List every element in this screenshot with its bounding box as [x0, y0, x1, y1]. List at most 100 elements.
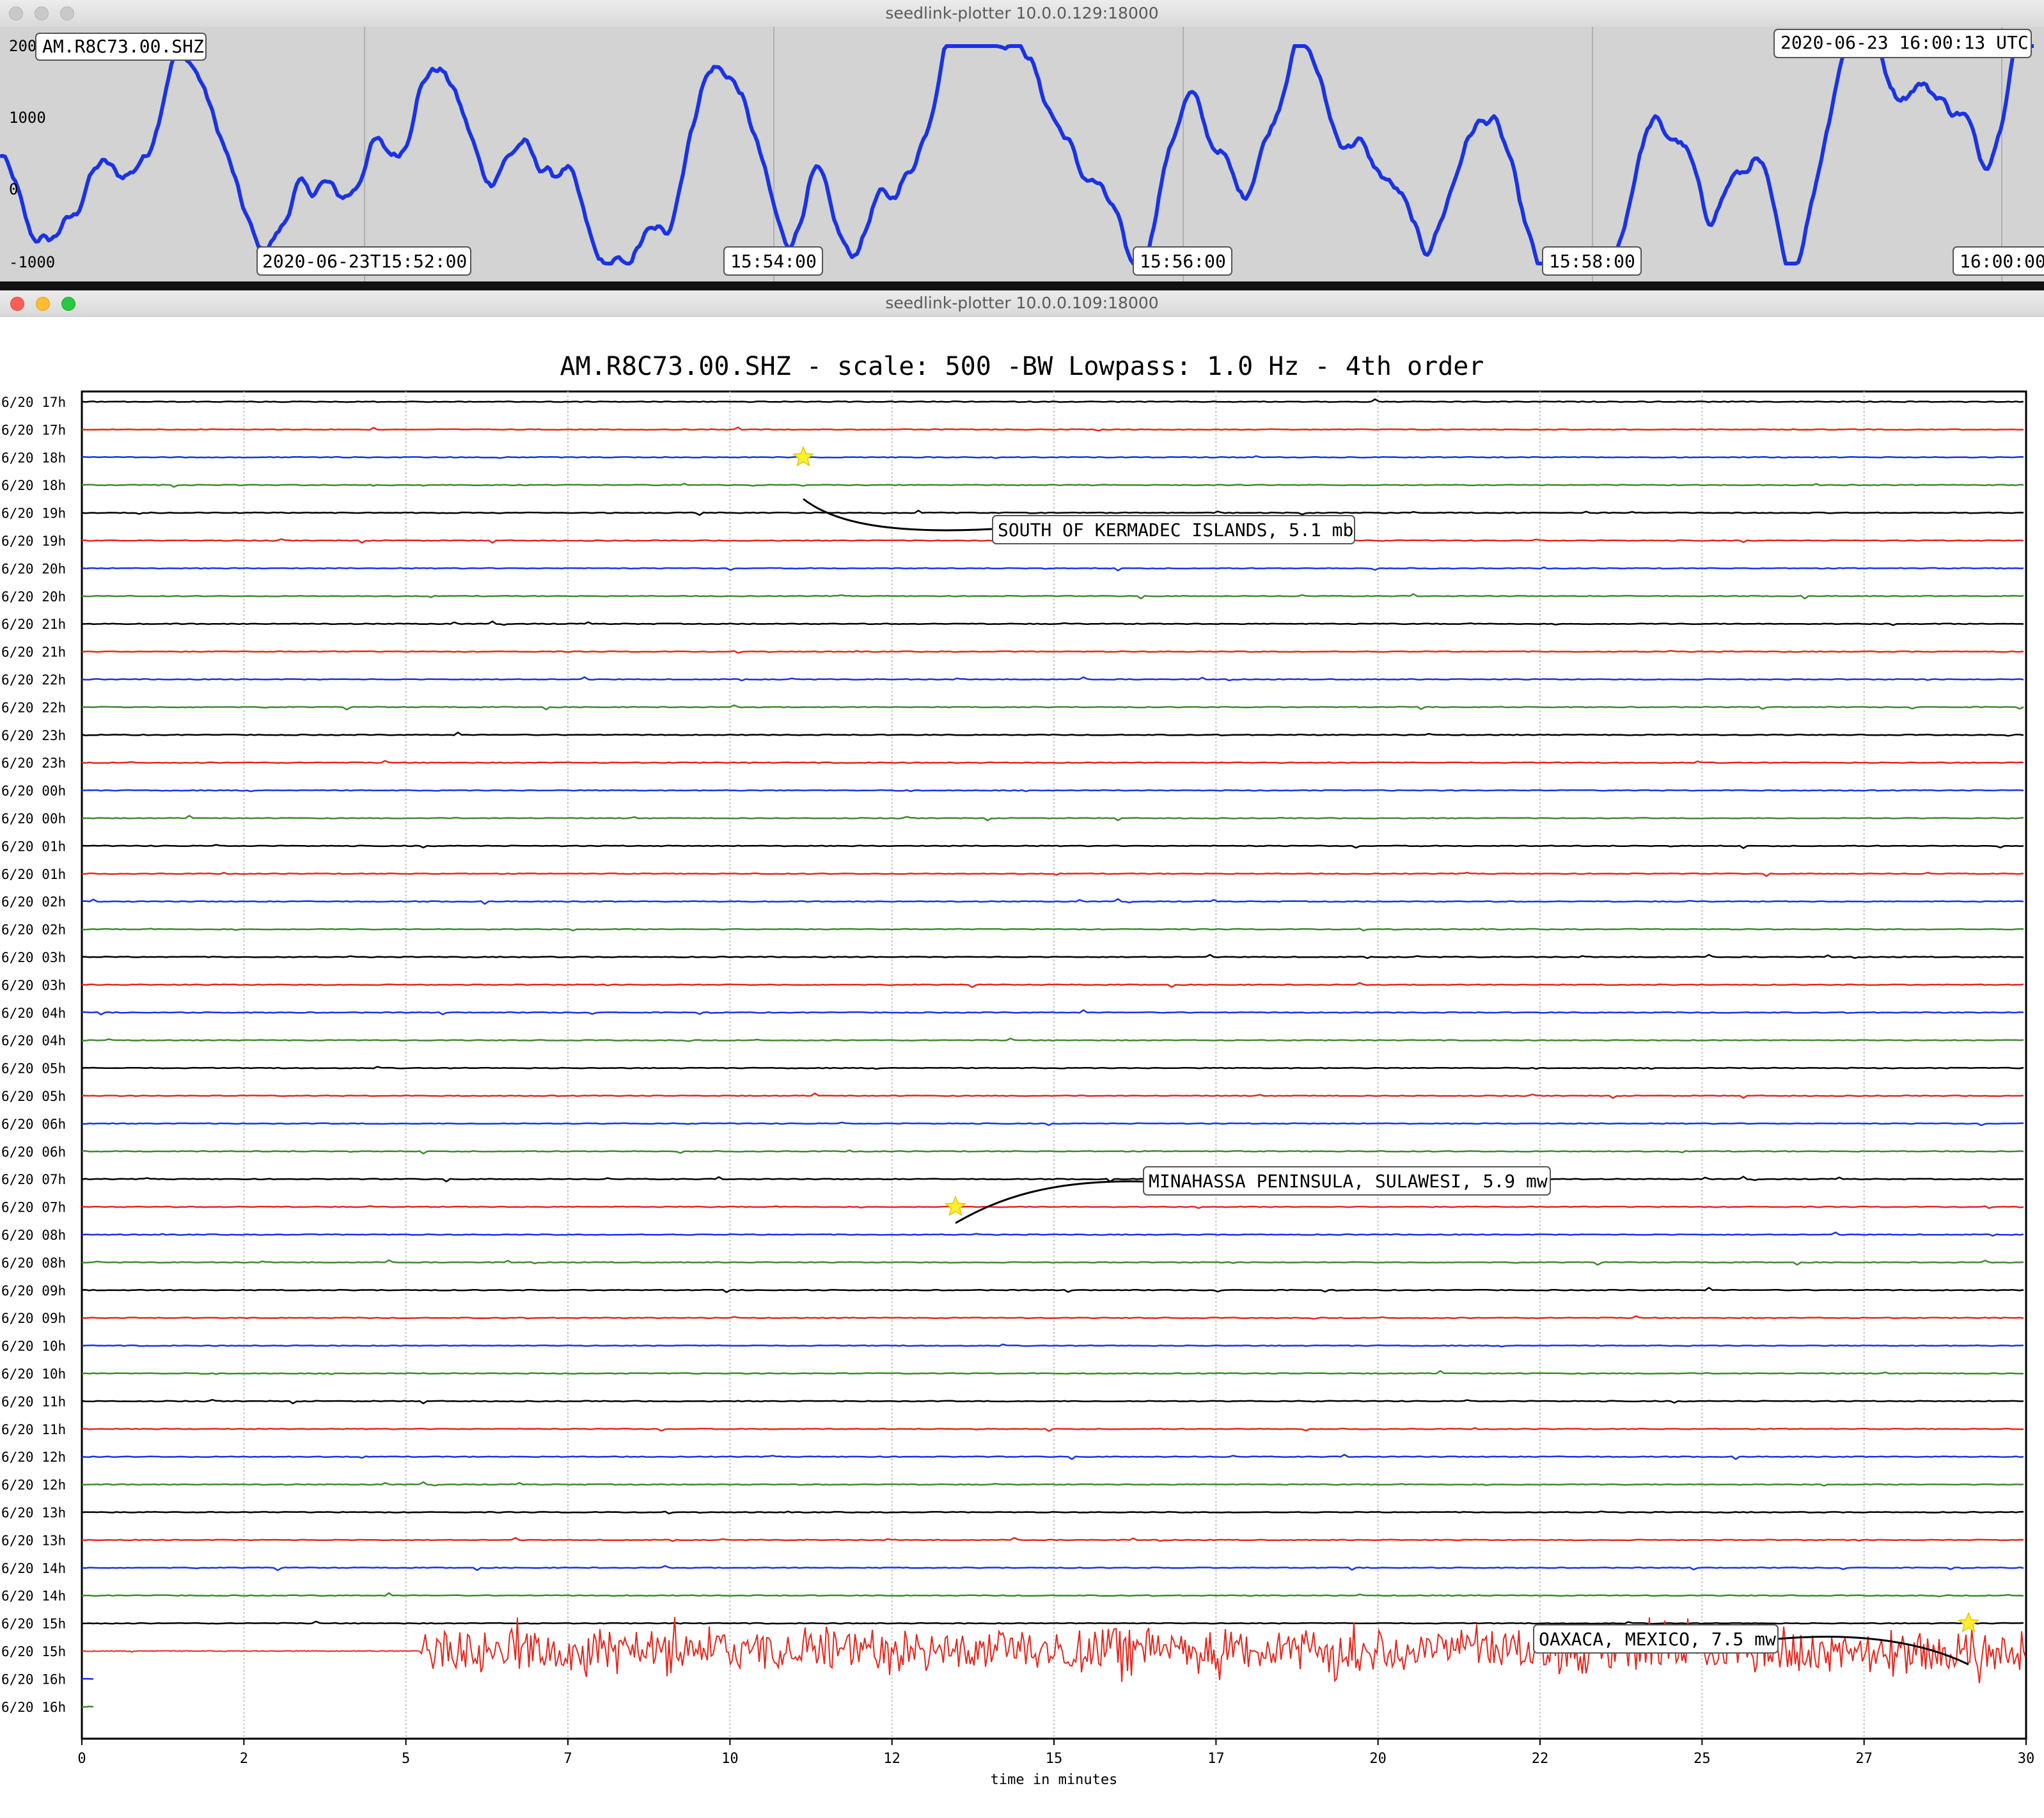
seismogram-trace — [81, 731, 2024, 737]
row-time-label: 6/20 00h — [1, 811, 66, 826]
seismogram-trace — [81, 1286, 2024, 1293]
x-axis-label: time in minutes — [991, 1772, 1118, 1788]
row-time-label: 6/20 05h — [1, 1089, 66, 1104]
seismogram-trace — [81, 1620, 2024, 1625]
row-time-label: 6/20 07h — [1, 1200, 66, 1215]
row-time-label: 6/20 20h — [1, 561, 66, 576]
seismogram-trace — [81, 844, 2024, 850]
event-label: OAXACA, MEXICO, 7.5 mw — [1539, 1629, 1776, 1650]
row-time-label: 6/20 03h — [1, 977, 66, 993]
seismogram-trace — [81, 1592, 2024, 1597]
plot-title: AM.R8C73.00.SHZ - scale: 500 -BW Lowpass… — [560, 352, 1484, 381]
seismogram-trace — [81, 676, 2024, 682]
seismogram-trace — [81, 928, 2024, 932]
main-plotter-window: seedlink-plotter 10.0.0.109:18000 AM.R8C… — [0, 290, 2044, 1818]
row-time-label: 6/20 13h — [1, 1533, 66, 1548]
seismogram-trace — [81, 1398, 2024, 1405]
seismogram-trace — [81, 1259, 2024, 1266]
event-label: MINAHASSA PENINSULA, SULAWESI, 5.9 mw — [1149, 1171, 1548, 1192]
seismogram-trace — [81, 954, 2024, 960]
row-time-label: 6/20 15h — [1, 1644, 66, 1659]
seismogram-trace — [81, 1175, 2024, 1183]
star-icon — [944, 1195, 967, 1217]
seismogram-trace — [81, 897, 2024, 905]
x-tick-label: 16:00:00 — [1960, 251, 2044, 272]
seismogram-trace — [81, 398, 2024, 403]
row-time-label: 6/20 21h — [1, 645, 66, 660]
x-tick-label: 7 — [563, 1751, 572, 1767]
event-annotation: SOUTH OF KERMADEC ISLANDS, 5.1 mb — [803, 498, 1355, 544]
row-time-label: 6/20 03h — [1, 950, 66, 965]
row-time-label: 6/20 10h — [1, 1366, 66, 1382]
seismogram-trace — [81, 1343, 2024, 1348]
seismogram-trace — [81, 1038, 2024, 1042]
x-tick-label: 15:56:00 — [1140, 251, 1226, 272]
row-time-label: 6/20 09h — [1, 1311, 66, 1326]
row-time-label: 6/20 08h — [1, 1255, 66, 1270]
seismogram-trace — [81, 650, 2024, 654]
row-time-label: 6/20 01h — [1, 867, 66, 882]
channel-label: AM.R8C73.00.SHZ — [42, 36, 204, 57]
seismogram-trace — [81, 1149, 2024, 1155]
utc-timestamp: 2020-06-23 16:00:13 UTC — [1781, 32, 2029, 53]
x-tick-label: 15:54:00 — [730, 251, 817, 272]
seismogram-trace — [81, 760, 2024, 764]
x-tick-label: 25 — [1694, 1751, 1711, 1767]
seismogram-trace — [81, 704, 2024, 711]
seismogram-trace — [81, 1537, 2024, 1542]
row-time-label: 6/20 17h — [1, 395, 66, 410]
seismogram-trace — [81, 1427, 2024, 1432]
seismogram-trace — [81, 1092, 2024, 1099]
main-window-title: seedlink-plotter 10.0.0.109:18000 — [885, 294, 1159, 312]
row-time-label: 6/20 23h — [1, 728, 66, 743]
star-icon — [1957, 1611, 1980, 1633]
row-time-label: 6/20 20h — [1, 589, 66, 605]
seismogram-trace — [81, 982, 2024, 988]
row-time-label: 6/20 14h — [1, 1561, 66, 1576]
seismogram-trace — [81, 426, 2024, 432]
row-time-label: 6/20 14h — [1, 1588, 66, 1604]
row-time-label: 6/20 02h — [1, 922, 66, 938]
row-time-label: 6/20 02h — [1, 894, 66, 910]
seismogram-trace — [81, 566, 2024, 572]
event-annotation: OAXACA, MEXICO, 7.5 mw — [1533, 1624, 1969, 1666]
top-waveform-plot: 200 1000 0 -1000 AM.R8C73.00.SHZ 2020-06… — [0, 27, 2044, 285]
row-time-label: 6/20 16h — [1, 1700, 66, 1715]
row-time-label: 6/20 04h — [1, 1033, 66, 1048]
seismogram-trace — [81, 1205, 2024, 1210]
row-time-label: 6/20 21h — [1, 617, 66, 632]
seismogram-trace — [81, 509, 2024, 516]
window-separator — [0, 281, 2044, 290]
row-time-label: 6/20 15h — [1, 1616, 66, 1632]
row-time-label: 6/20 04h — [1, 1006, 66, 1021]
row-time-label: 6/20 18h — [1, 450, 66, 466]
x-tick-label: 5 — [402, 1751, 410, 1767]
seismogram-trace — [81, 789, 2024, 793]
row-time-label: 6/20 08h — [1, 1228, 66, 1243]
event-label: SOUTH OF KERMADEC ISLANDS, 5.1 mb — [998, 519, 1353, 541]
row-time-label: 6/20 23h — [1, 755, 66, 771]
row-time-label: 6/20 22h — [1, 672, 66, 688]
x-tick-label: 17 — [1207, 1751, 1225, 1767]
row-time-label: 6/20 01h — [1, 839, 66, 854]
row-time-label: 6/20 17h — [1, 422, 66, 438]
x-tick-label: 30 — [2018, 1751, 2035, 1767]
x-tick-label: 27 — [1855, 1751, 1873, 1767]
seismogram-trace — [81, 593, 2024, 600]
row-time-label: 6/20 00h — [1, 784, 66, 799]
x-tick-label: 0 — [77, 1751, 86, 1767]
seismogram-trace — [81, 1066, 2024, 1070]
x-tick-label: 12 — [883, 1751, 900, 1767]
seismogram-trace — [81, 1453, 2024, 1460]
top-window-titlebar: seedlink-plotter 10.0.0.129:18000 — [0, 0, 2044, 28]
seismogram-trace — [81, 1565, 2024, 1572]
x-tick-label: 15 — [1046, 1751, 1063, 1767]
seismogram-trace — [82, 871, 2024, 878]
row-time-label: 6/20 12h — [1, 1478, 66, 1493]
main-window-titlebar: seedlink-plotter 10.0.0.109:18000 — [0, 290, 2044, 317]
seismogram-trace — [81, 1121, 2024, 1126]
row-time-label: 6/20 22h — [1, 700, 66, 715]
x-tick-label: 10 — [721, 1751, 739, 1767]
top-plotter-window: seedlink-plotter 10.0.0.129:18000 200 10… — [0, 0, 2044, 285]
seismogram-trace — [81, 1231, 2024, 1237]
